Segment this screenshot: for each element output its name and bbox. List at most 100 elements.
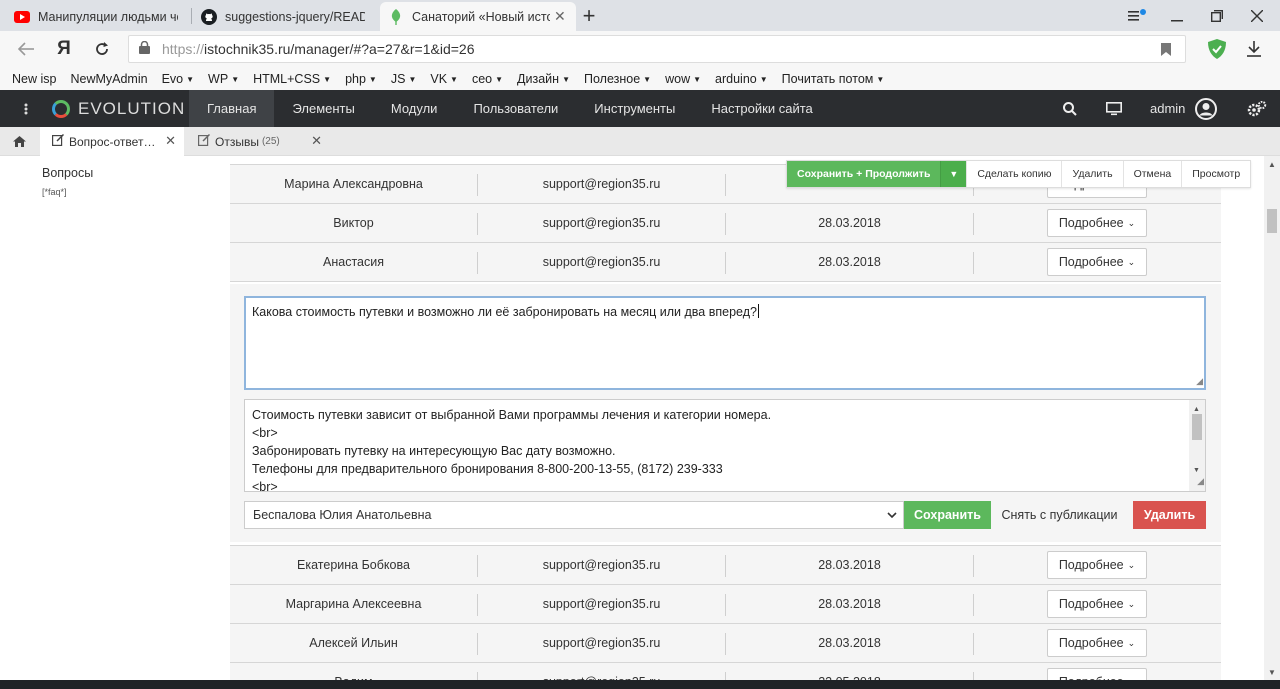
page-scrollbar[interactable]: ▲ ▼ [1264,156,1280,680]
avatar-icon[interactable] [1194,90,1218,127]
browser-tab-title: Манипуляции людьми чер [38,9,178,24]
bookmark-item[interactable]: HTML+CSS ▼ [253,72,331,86]
minimize-icon[interactable] [1158,0,1196,31]
tab-label: Вопрос-ответ… [69,134,156,149]
save-mode-dropdown[interactable]: ▼ [940,161,967,187]
bookmark-item[interactable]: VK ▼ [430,72,458,86]
url-text: istochnik35.ru/manager/#?a=27&r=1&id=26 [204,41,475,57]
column-divider [973,633,974,655]
protect-shield-icon[interactable] [1203,31,1231,67]
details-button[interactable]: Подробнее⌄ [1047,551,1147,579]
delete-document-button[interactable]: Удалить [1061,161,1122,187]
menu-item[interactable]: Инструменты [576,90,693,127]
author-select[interactable]: Беспалова Юлия Анатольевна [244,501,904,529]
menu-item[interactable]: Элементы [274,90,372,127]
details-button[interactable]: Подробнее⌄ [1047,590,1147,618]
details-button[interactable]: Подробнее⌄ [1047,668,1147,680]
details-label: Подробнее [1058,558,1124,572]
scroll-down-icon[interactable]: ▼ [1264,664,1280,680]
table-row[interactable]: Вадимsupport@region35.ru22.05.2018 Подроб… [230,662,1221,680]
resize-handle-icon[interactable]: ◢ [1197,472,1204,490]
bookmark-item[interactable]: Полезное ▼ [584,72,651,86]
user-name[interactable]: admin [1150,90,1185,127]
copy-button[interactable]: Сделать копию [966,161,1061,187]
tab-separator [191,8,192,24]
bookmark-item[interactable]: NewMyAdmin [70,72,147,86]
cell-name: Алексей Ильин [309,636,398,650]
menu-item[interactable]: Пользователи [455,90,576,127]
bookmark-item[interactable]: WP ▼ [208,72,239,86]
details-button[interactable]: Подробнее⌄ [1047,248,1147,276]
close-tab-icon[interactable]: ✕ [554,8,566,25]
answer-scroll-thumb[interactable] [1192,414,1202,440]
bookmark-item[interactable]: ceo ▼ [472,72,503,86]
evolution-logo[interactable]: EVOLUTION [52,90,185,127]
bookmark-item[interactable]: wow ▼ [665,72,701,86]
close-tab-icon[interactable]: ✕ [311,133,322,149]
cancel-button[interactable]: Отмена [1122,161,1182,187]
question-textarea[interactable]: Какова стоимость путевки и возможно ли е… [244,296,1206,390]
bookmark-item[interactable]: arduino ▼ [715,72,768,86]
browser-tab[interactable]: Манипуляции людьми чер [6,2,186,31]
new-tab-icon[interactable]: + [570,0,608,31]
scroll-up-icon[interactable]: ▲ [1264,156,1280,172]
cell-date: 28.03.2018 [818,558,881,572]
resize-handle-icon[interactable]: ◢ [1196,376,1203,387]
close-window-icon[interactable] [1238,0,1276,31]
details-button[interactable]: Подробнее⌄ [1047,629,1147,657]
bookmark-item[interactable]: JS ▼ [391,72,417,86]
browser-tab-active[interactable]: Санаторий «Новый исто ✕ [380,2,576,31]
manager-header: EVOLUTION Главная Элементы Модули Пользоват… [0,90,1280,127]
bookmark-flag-icon[interactable] [1161,43,1171,59]
page-scroll-thumb[interactable] [1267,209,1277,233]
settings-gears-icon[interactable] [1246,90,1268,127]
bookmark-item[interactable]: Evo ▼ [162,72,194,86]
menu-item[interactable]: Настройки сайта [693,90,830,127]
table-row[interactable]: Екатерина Бобкова support@region35.ru 28.0… [230,545,1221,585]
answer-scrollbar[interactable]: ▲ ▼ ◢ [1189,400,1205,491]
menu-item[interactable]: Модули [373,90,456,127]
bookmark-label: arduino [715,71,757,86]
bookmark-item[interactable]: Почитать потом ▼ [782,72,885,86]
preview-button[interactable]: Просмотр [1181,161,1250,187]
save-continue-button[interactable]: Сохранить + Продолжить [787,161,941,187]
github-icon [201,8,217,25]
monitor-icon[interactable] [1104,90,1124,127]
table-row[interactable]: Анастасия support@region35.ru 28.03.2018 По… [230,242,1221,282]
bookmark-label: Дизайн [517,71,560,86]
menu-item[interactable]: Главная [189,90,275,127]
download-icon[interactable] [1240,31,1268,67]
home-icon[interactable] [0,127,38,156]
details-button[interactable]: Подробнее⌄ [1047,209,1147,237]
reload-icon[interactable] [88,31,116,67]
restore-icon[interactable] [1198,0,1236,31]
browser-tab[interactable]: suggestions-jquery/READM [193,2,373,31]
yandex-logo-icon[interactable]: Я [50,31,78,67]
url-field[interactable]: https://istochnik35.ru/manager/#?a=27&r=… [128,35,1186,63]
main-menu: Главная Элементы Модули Пользователи Инструм… [189,90,831,127]
column-divider [477,633,478,655]
column-divider [477,213,478,235]
table-row[interactable]: Маргарина Алексеевна support@region35.ru 2… [230,584,1221,624]
tab-faq-document[interactable]: Вопрос-ответ… ✕ [40,127,184,156]
answer-textarea[interactable]: Стоимость путевки зависит от выбранной В… [244,399,1206,492]
bookmark-label: php [345,71,366,86]
close-tab-icon[interactable]: ✕ [165,133,176,149]
search-icon[interactable] [1060,90,1080,127]
back-arrow-icon[interactable] [12,31,40,67]
cell-email: support@region35.ru [542,558,661,572]
delete-button[interactable]: Удалить [1133,501,1206,529]
bookmark-item[interactable]: New isp [12,72,56,86]
table-row[interactable]: Виктор support@region35.ru 28.03.2018 Подро… [230,203,1221,243]
bookmark-item[interactable]: php ▼ [345,72,377,86]
unpublish-button[interactable]: Снять с публикации [997,501,1122,529]
tab-reviews[interactable]: Отзывы (25) ✕ [186,127,330,156]
save-button[interactable]: Сохранить [904,501,991,529]
chevron-down-icon: ⌄ [1127,598,1136,609]
left-panel: Вопросы [*faq*] [0,156,228,689]
edit-document-icon [198,133,211,149]
table-row[interactable]: Алексей Ильин support@region35.ru 28.03.20… [230,623,1221,663]
bookmark-item[interactable]: Дизайн ▼ [517,72,570,86]
tabs-menu-icon[interactable] [1118,0,1156,31]
menu-dots-icon[interactable] [14,90,38,127]
